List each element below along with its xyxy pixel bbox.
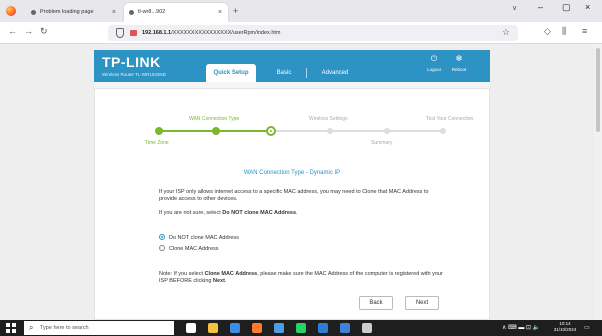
reboot-label[interactable]: Reboot <box>447 67 471 72</box>
tab-advanced[interactable]: Advanced <box>310 64 360 82</box>
step-label-test-connection: Test Your Connection <box>426 116 474 122</box>
tp-link-logo: TP-LINK <box>102 54 161 70</box>
tab-favicon-icon <box>129 10 134 15</box>
logout-icon[interactable]: ⏻ <box>425 54 443 64</box>
reboot-icon[interactable]: ✻ <box>450 54 468 63</box>
tab-basic[interactable]: Basic <box>264 64 304 82</box>
section-title: WAN Connection Type - Dynamic IP <box>243 170 341 176</box>
step-node-6 <box>440 128 446 134</box>
tab-title: Problem loading page <box>40 9 94 15</box>
tab-favicon-icon <box>31 10 36 15</box>
radio-clone-mac[interactable]: Clone MAC Address <box>159 245 219 253</box>
logout-label[interactable]: Logout <box>422 67 446 72</box>
pocket-icon[interactable]: ◇ <box>544 26 551 37</box>
tab-title: tl-wr8...902 <box>138 9 166 15</box>
file-explorer-icon[interactable] <box>208 323 218 333</box>
nav-divider <box>306 68 307 78</box>
address-bar[interactable]: 192.168.1.1/XXXXXXXXXXXXXXXX/userRpm/ind… <box>108 25 518 41</box>
store-icon[interactable] <box>274 323 284 333</box>
search-icon: ⌕ <box>29 323 34 332</box>
step-node-1 <box>155 127 163 135</box>
hint-text: If you are not sure, select Do NOT clone… <box>159 210 298 216</box>
tab-quick-setup[interactable]: Quick Setup <box>206 64 256 82</box>
firefox-logo-icon <box>6 6 16 16</box>
router-header: TP-LINK Wireless Router TL-WR1043ND Quic… <box>94 50 490 82</box>
step-label-summary: Summary <box>371 140 393 146</box>
browser-toolbar: ← → ↻ 192.168.1.1/XXXXXXXXXXXXXXXX/userR… <box>0 22 602 44</box>
windows-taskbar: ⌕ Type here to search ∧ ⌨ ▬ ⊡ 🔈 10:14 31… <box>0 320 602 336</box>
notification-icon[interactable]: ▭ <box>584 321 590 335</box>
settings-icon[interactable] <box>362 323 372 333</box>
list-tabs-icon[interactable]: ∨ <box>512 4 517 12</box>
reload-icon[interactable]: ↻ <box>40 26 48 37</box>
task-view-icon[interactable] <box>186 323 196 333</box>
maximize-icon[interactable]: ▢ <box>562 2 571 13</box>
close-tab-icon[interactable]: × <box>112 3 116 22</box>
firefox-icon[interactable] <box>252 323 262 333</box>
tracking-shield-icon[interactable] <box>116 28 124 38</box>
scrollbar-thumb[interactable] <box>596 48 600 132</box>
edge-icon[interactable] <box>230 323 240 333</box>
windows-start-icon[interactable] <box>6 323 16 333</box>
next-button[interactable]: Next <box>405 296 439 310</box>
radio-do-not-clone-mac[interactable]: Do NOT clone MAC Address <box>159 234 239 242</box>
taskbar-search[interactable]: ⌕ Type here to search <box>24 321 174 335</box>
page-viewport: TP-LINK Wireless Router TL-WR1043ND Quic… <box>0 44 602 320</box>
new-tab-icon[interactable]: + <box>233 3 238 19</box>
back-button[interactable]: Back <box>359 296 393 310</box>
taskbar-clock[interactable]: 10:14 31/10/2024 <box>552 321 578 333</box>
step-label-time-zone: Time Zone <box>145 140 169 146</box>
system-tray-icons[interactable]: ∧ ⌨ ▬ ⊡ 🔈 <box>502 321 540 335</box>
window-close-icon[interactable]: × <box>585 2 590 12</box>
tab-problem-loading[interactable]: Problem loading page × <box>26 3 122 22</box>
photos-icon[interactable] <box>318 323 328 333</box>
step-label-wan-connection-type: WAN Connection Type <box>189 116 240 122</box>
whatsapp-icon[interactable] <box>296 323 306 333</box>
insecure-lock-icon[interactable] <box>130 30 137 36</box>
library-icon[interactable]: ⫼ <box>562 26 566 37</box>
note-text: Note: If you select Clone MAC Address, p… <box>159 271 443 284</box>
step-label-wireless-settings: Wireless Settings <box>309 116 348 122</box>
step-node-4 <box>327 128 333 134</box>
clock-date: 31/10/2024 <box>553 327 577 332</box>
router-model: Wireless Router TL-WR1043ND <box>102 72 166 77</box>
url-text[interactable]: 192.168.1.1/XXXXXXXXXXXXXXXX/userRpm/ind… <box>142 25 281 41</box>
back-icon[interactable]: ← <box>8 26 17 36</box>
page-scrollbar[interactable] <box>594 44 602 320</box>
close-tab-icon[interactable]: × <box>218 3 222 22</box>
search-placeholder: Type here to search <box>40 325 89 331</box>
radio-selected-icon[interactable] <box>159 234 165 240</box>
minimize-icon[interactable]: – <box>538 2 543 12</box>
menu-icon[interactable]: ≡ <box>582 26 587 36</box>
tab-router[interactable]: tl-wr8...902 × <box>124 3 228 22</box>
step-node-5 <box>384 128 390 134</box>
bookmark-star-icon[interactable]: ☆ <box>502 27 510 38</box>
mail-icon[interactable] <box>340 323 350 333</box>
quick-setup-wizard: WAN Connection Type Wireless Settings Te… <box>94 88 490 320</box>
browser-tab-strip: Problem loading page × tl-wr8...902 × + … <box>0 0 602 22</box>
intro-text: If your ISP only allows internet access … <box>159 189 429 202</box>
step-node-current <box>266 126 276 136</box>
progress-track-remaining <box>271 130 443 132</box>
forward-icon[interactable]: → <box>24 26 33 36</box>
router-app: TP-LINK Wireless Router TL-WR1043ND Quic… <box>94 50 490 320</box>
radio-unselected-icon[interactable] <box>159 245 165 251</box>
step-node-2 <box>212 127 220 135</box>
